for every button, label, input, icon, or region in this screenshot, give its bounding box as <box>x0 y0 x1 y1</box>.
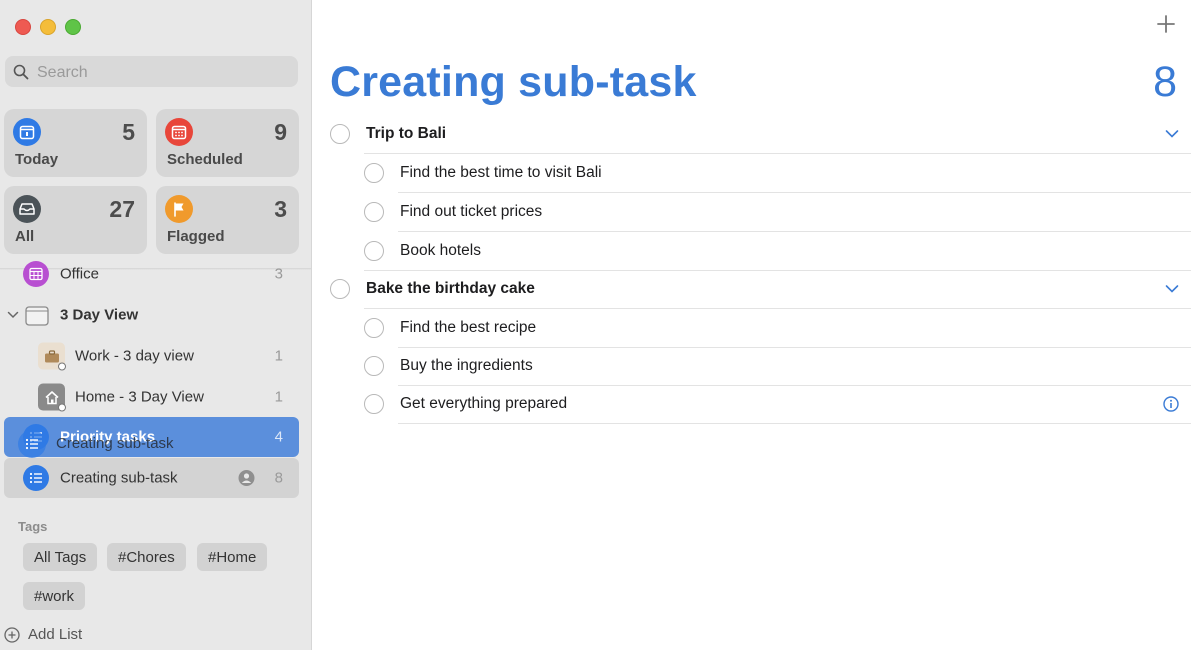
list-item-work-3-day-view[interactable]: Work - 3 day view 1 <box>0 336 311 376</box>
smart-list-all[interactable]: 27 All <box>4 186 147 254</box>
parent-task[interactable]: Bake the birthday cake <box>312 270 1191 308</box>
list-item-creating-sub-task[interactable]: Creating sub-task 8 <box>4 458 299 498</box>
list-title[interactable]: Creating sub-task <box>330 58 697 107</box>
task-checkbox[interactable] <box>364 356 384 376</box>
all-count: 27 <box>109 196 135 222</box>
shared-badge-icon <box>58 362 66 371</box>
task-title[interactable]: Buy the ingredients <box>400 357 533 375</box>
subtask[interactable]: Find the best recipe <box>312 309 1191 347</box>
search-input[interactable] <box>35 56 294 89</box>
calendar-today-icon <box>13 118 41 146</box>
task-title[interactable]: Trip to Bali <box>366 125 446 143</box>
task-checkbox[interactable] <box>364 318 384 338</box>
list-label: Work - 3 day view <box>75 347 194 365</box>
parent-task[interactable]: Trip to Bali <box>312 115 1191 153</box>
add-list-button[interactable]: Add List <box>4 626 82 643</box>
scheduled-count: 9 <box>274 119 287 145</box>
subtask[interactable]: Book hotels <box>312 232 1191 270</box>
tray-icon <box>13 195 41 223</box>
smart-list-scheduled[interactable]: 9 Scheduled <box>156 109 299 177</box>
tag-work[interactable]: #work <box>23 582 86 610</box>
subtask[interactable]: Buy the ingredients <box>312 347 1191 385</box>
list-count: 8 <box>274 469 283 487</box>
subtask[interactable]: Find the best time to visit Bali <box>312 154 1191 192</box>
task-checkbox[interactable] <box>364 241 384 261</box>
list-count: 1 <box>274 388 283 406</box>
plus-circle-icon <box>4 626 20 643</box>
search-icon <box>13 64 29 80</box>
task-title[interactable]: Find the best time to visit Bali <box>400 164 602 182</box>
list-total-count: 8 <box>1153 58 1177 106</box>
folder-icon <box>25 306 49 326</box>
drag-ghost-label: Creating sub-task <box>56 435 174 452</box>
chevron-down-icon[interactable] <box>1165 284 1179 294</box>
tag-home[interactable]: #Home <box>197 543 268 571</box>
list-count: 1 <box>274 347 283 365</box>
list-item-home-3-day-view[interactable]: Home - 3 Day View 1 <box>0 377 311 417</box>
list-item-priority-tasks[interactable]: Priority tasks 4 Creating sub-task <box>4 417 299 458</box>
task-checkbox[interactable] <box>364 163 384 183</box>
subtask[interactable]: Find out ticket prices <box>312 193 1191 231</box>
add-list-label: Add List <box>28 626 83 643</box>
row-divider <box>398 423 1191 424</box>
list-label: Creating sub-task <box>60 469 178 487</box>
task-title[interactable]: Find out ticket prices <box>400 203 542 221</box>
list-icon <box>23 465 49 491</box>
task-title[interactable]: Find the best recipe <box>400 319 536 337</box>
task-checkbox[interactable] <box>330 279 350 299</box>
drag-ghost-list-icon <box>18 430 46 458</box>
list-group-3-day-view[interactable]: 3 Day View <box>0 295 311 335</box>
flagged-count: 3 <box>274 196 287 222</box>
chevron-down-icon[interactable] <box>1165 129 1179 139</box>
minimize-window-button[interactable] <box>40 19 56 35</box>
task-title[interactable]: Book hotels <box>400 242 481 260</box>
subtask[interactable]: Get everything prepared <box>312 385 1191 423</box>
close-window-button[interactable] <box>15 19 31 35</box>
list-label: Office <box>60 265 99 283</box>
task-title[interactable]: Get everything prepared <box>400 395 567 413</box>
today-label: Today <box>15 151 59 168</box>
today-count: 5 <box>122 119 135 145</box>
search-field[interactable] <box>5 56 298 89</box>
window-controls <box>15 19 81 35</box>
task-title[interactable]: Bake the birthday cake <box>366 280 535 298</box>
shared-badge-icon <box>58 403 66 412</box>
zoom-window-button[interactable] <box>65 19 81 35</box>
smart-list-flagged[interactable]: 3 Flagged <box>156 186 299 254</box>
calendar-grid-icon <box>23 261 49 287</box>
shared-person-icon <box>238 470 255 486</box>
briefcase-icon <box>38 342 66 371</box>
task-checkbox[interactable] <box>364 394 384 414</box>
chevron-down-icon[interactable] <box>7 311 19 319</box>
list-item-office[interactable]: Office 3 <box>0 254 311 294</box>
sidebar: 5 Today 9 Scheduled 27 All 3 Flagged Off… <box>0 0 312 650</box>
list-label: Home - 3 Day View <box>75 388 204 406</box>
house-icon <box>38 383 66 412</box>
list-count: 4 <box>274 428 283 446</box>
flag-icon <box>165 195 193 223</box>
smart-list-today[interactable]: 5 Today <box>4 109 147 177</box>
task-checkbox[interactable] <box>364 202 384 222</box>
tag-all-tags[interactable]: All Tags <box>23 543 98 571</box>
all-label: All <box>15 228 35 245</box>
task-checkbox[interactable] <box>330 124 350 144</box>
info-icon[interactable] <box>1163 396 1179 412</box>
tag-chores[interactable]: #Chores <box>107 543 186 571</box>
main-panel: Creating sub-task 8 Trip to Bali Find th… <box>312 0 1191 650</box>
add-reminder-button[interactable] <box>1157 15 1175 33</box>
tags-header: Tags <box>18 519 48 534</box>
list-count: 3 <box>274 265 283 283</box>
scheduled-label: Scheduled <box>167 151 243 168</box>
flagged-label: Flagged <box>167 228 225 245</box>
calendar-scheduled-icon <box>165 118 193 146</box>
list-group-label: 3 Day View <box>60 306 139 324</box>
